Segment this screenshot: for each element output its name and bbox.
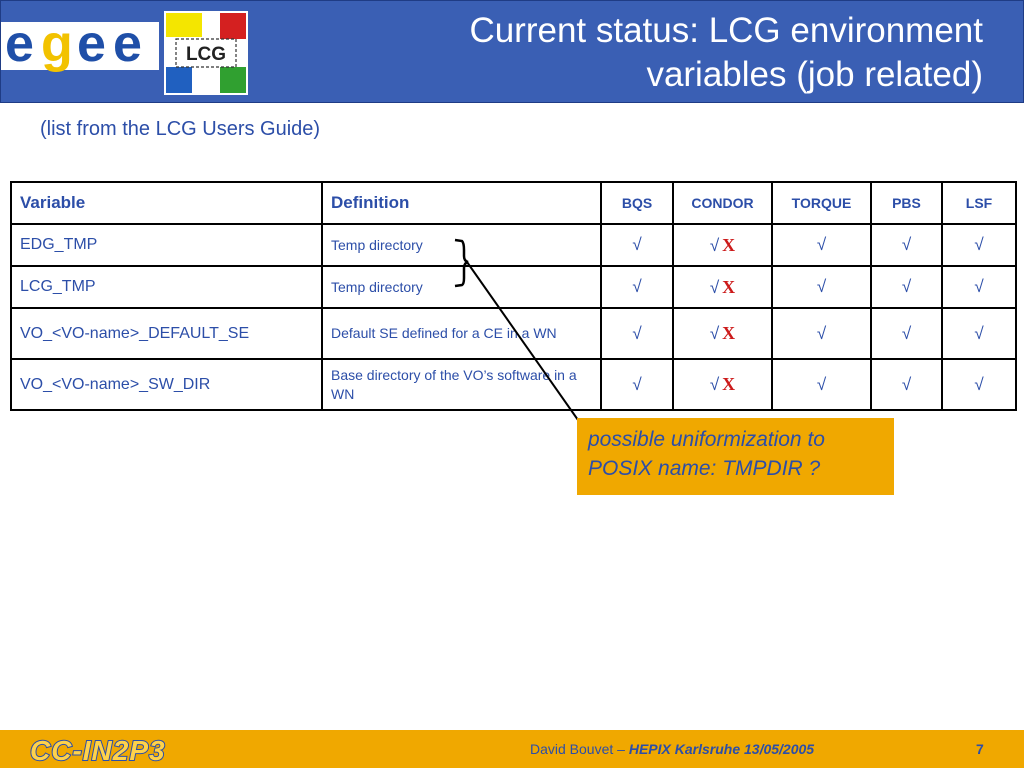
footer-author: David Bouvet – (530, 741, 629, 757)
cc-in2p3-logo: CC-IN2P3 (26, 735, 218, 765)
cell-variable: VO_<VO-name>_DEFAULT_SE (10, 307, 323, 360)
subtitle: (list from the LCG Users Guide) (40, 118, 321, 140)
variables-table: Variable Definition BQS CONDOR TORQUE PB… (10, 181, 1017, 411)
footer-credit: David Bouvet – HEPIX Karlsruhe 13/05/200… (530, 741, 814, 757)
header-pbs: PBS (870, 181, 943, 225)
slide-title: Current status: LCG environment variable… (469, 9, 983, 97)
cell-bqs: √ (600, 307, 674, 360)
cell-variable: VO_<VO-name>_SW_DIR (10, 358, 323, 411)
check-mark: √ (816, 323, 827, 343)
check-mark: √ (709, 277, 720, 297)
egee-logo: e g e e (1, 18, 159, 70)
check-mark: √ (816, 235, 827, 254)
cross-mark: X (722, 276, 736, 297)
check-mark: √ (709, 324, 720, 343)
title-line-1: Current status: LCG environment (469, 11, 983, 50)
cell-lsf: √ (941, 265, 1017, 309)
lcg-logo: LCG (164, 11, 248, 95)
page-number: 7 (976, 741, 984, 757)
cell-torque: √ (771, 265, 872, 309)
check-mark: √ (632, 374, 642, 394)
cell-pbs: √ (870, 223, 943, 267)
table-header-row: Variable Definition BQS CONDOR TORQUE PB… (10, 181, 1017, 225)
header-condor: CONDOR (672, 181, 773, 225)
cell-lsf: √ (941, 358, 1017, 411)
cell-lsf: √ (941, 223, 1017, 267)
check-mark: √ (709, 235, 720, 255)
cell-variable: LCG_TMP (10, 265, 323, 309)
check-mark: √ (816, 277, 827, 296)
cell-definition: Base directory of the VO’s software in a… (321, 358, 602, 411)
cell-bqs: √ (600, 265, 674, 309)
cell-torque: √ (771, 358, 872, 411)
check-mark: √ (974, 323, 984, 343)
check-mark: √ (901, 374, 912, 394)
slide-header: e g e e LCG Current status: LCG environm… (0, 0, 1024, 103)
cell-definition: Temp directory (321, 265, 602, 309)
cell-bqs: √ (600, 358, 674, 411)
check-mark: √ (901, 277, 912, 296)
check-mark: √ (632, 235, 642, 254)
header-variable: Variable (10, 181, 323, 225)
check-mark: √ (632, 323, 642, 343)
svg-text:LCG: LCG (186, 44, 226, 65)
cross-mark: X (722, 323, 736, 343)
cell-condor: √ X (672, 358, 773, 411)
header-lsf: LSF (941, 181, 1017, 225)
cross-mark: X (722, 374, 736, 394)
egee-logo-g: g (41, 15, 73, 73)
cell-bqs: √ (600, 223, 674, 267)
cell-torque: √ (771, 307, 872, 360)
callout-box: possible uniformization to POSIX name: T… (577, 418, 894, 495)
footer-event: HEPIX Karlsruhe 13/05/2005 (628, 741, 815, 757)
egee-logo-e3: e (113, 15, 142, 73)
header-definition: Definition (321, 181, 602, 225)
check-mark: √ (816, 374, 827, 394)
check-mark: √ (974, 235, 984, 254)
callout-line-1: possible uniformization to (588, 428, 825, 451)
cell-torque: √ (771, 223, 872, 267)
egee-logo-e1: e (5, 15, 34, 73)
check-mark: √ (632, 277, 642, 296)
title-line-2: variables (job related) (646, 55, 983, 94)
check-mark: √ (974, 277, 984, 296)
check-mark: √ (709, 375, 720, 394)
cell-condor: √ X (672, 307, 773, 360)
svg-text:CC-IN2P3: CC-IN2P3 (30, 735, 166, 765)
cell-lsf: √ (941, 307, 1017, 360)
check-mark: √ (901, 235, 912, 254)
slide-footer: CC-IN2P3 David Bouvet – HEPIX Karlsruhe … (0, 730, 1024, 768)
cell-definition: Temp directory (321, 223, 602, 267)
check-mark: √ (974, 374, 984, 394)
header-torque: TORQUE (771, 181, 872, 225)
cell-condor: √ X (672, 265, 773, 309)
cell-variable: EDG_TMP (10, 223, 323, 267)
cell-pbs: √ (870, 358, 943, 411)
table-row: VO_<VO-name>_DEFAULT_SE Default SE defin… (10, 307, 1017, 360)
callout-line-2: POSIX name: TMPDIR ? (588, 457, 821, 480)
check-mark: √ (901, 323, 912, 343)
table-row: VO_<VO-name>_SW_DIR Base directory of th… (10, 358, 1017, 411)
header-bqs: BQS (600, 181, 674, 225)
cell-pbs: √ (870, 307, 943, 360)
cell-pbs: √ (870, 265, 943, 309)
table-row: LCG_TMP Temp directory √ √ X √ √ √ (10, 265, 1017, 309)
cross-mark: X (722, 234, 736, 255)
cell-condor: √ X (672, 223, 773, 267)
table-row: EDG_TMP Temp directory √ √ X √ √ √ (10, 223, 1017, 267)
cell-definition: Default SE defined for a CE in a WN (321, 307, 602, 360)
egee-logo-e2: e (77, 15, 106, 73)
